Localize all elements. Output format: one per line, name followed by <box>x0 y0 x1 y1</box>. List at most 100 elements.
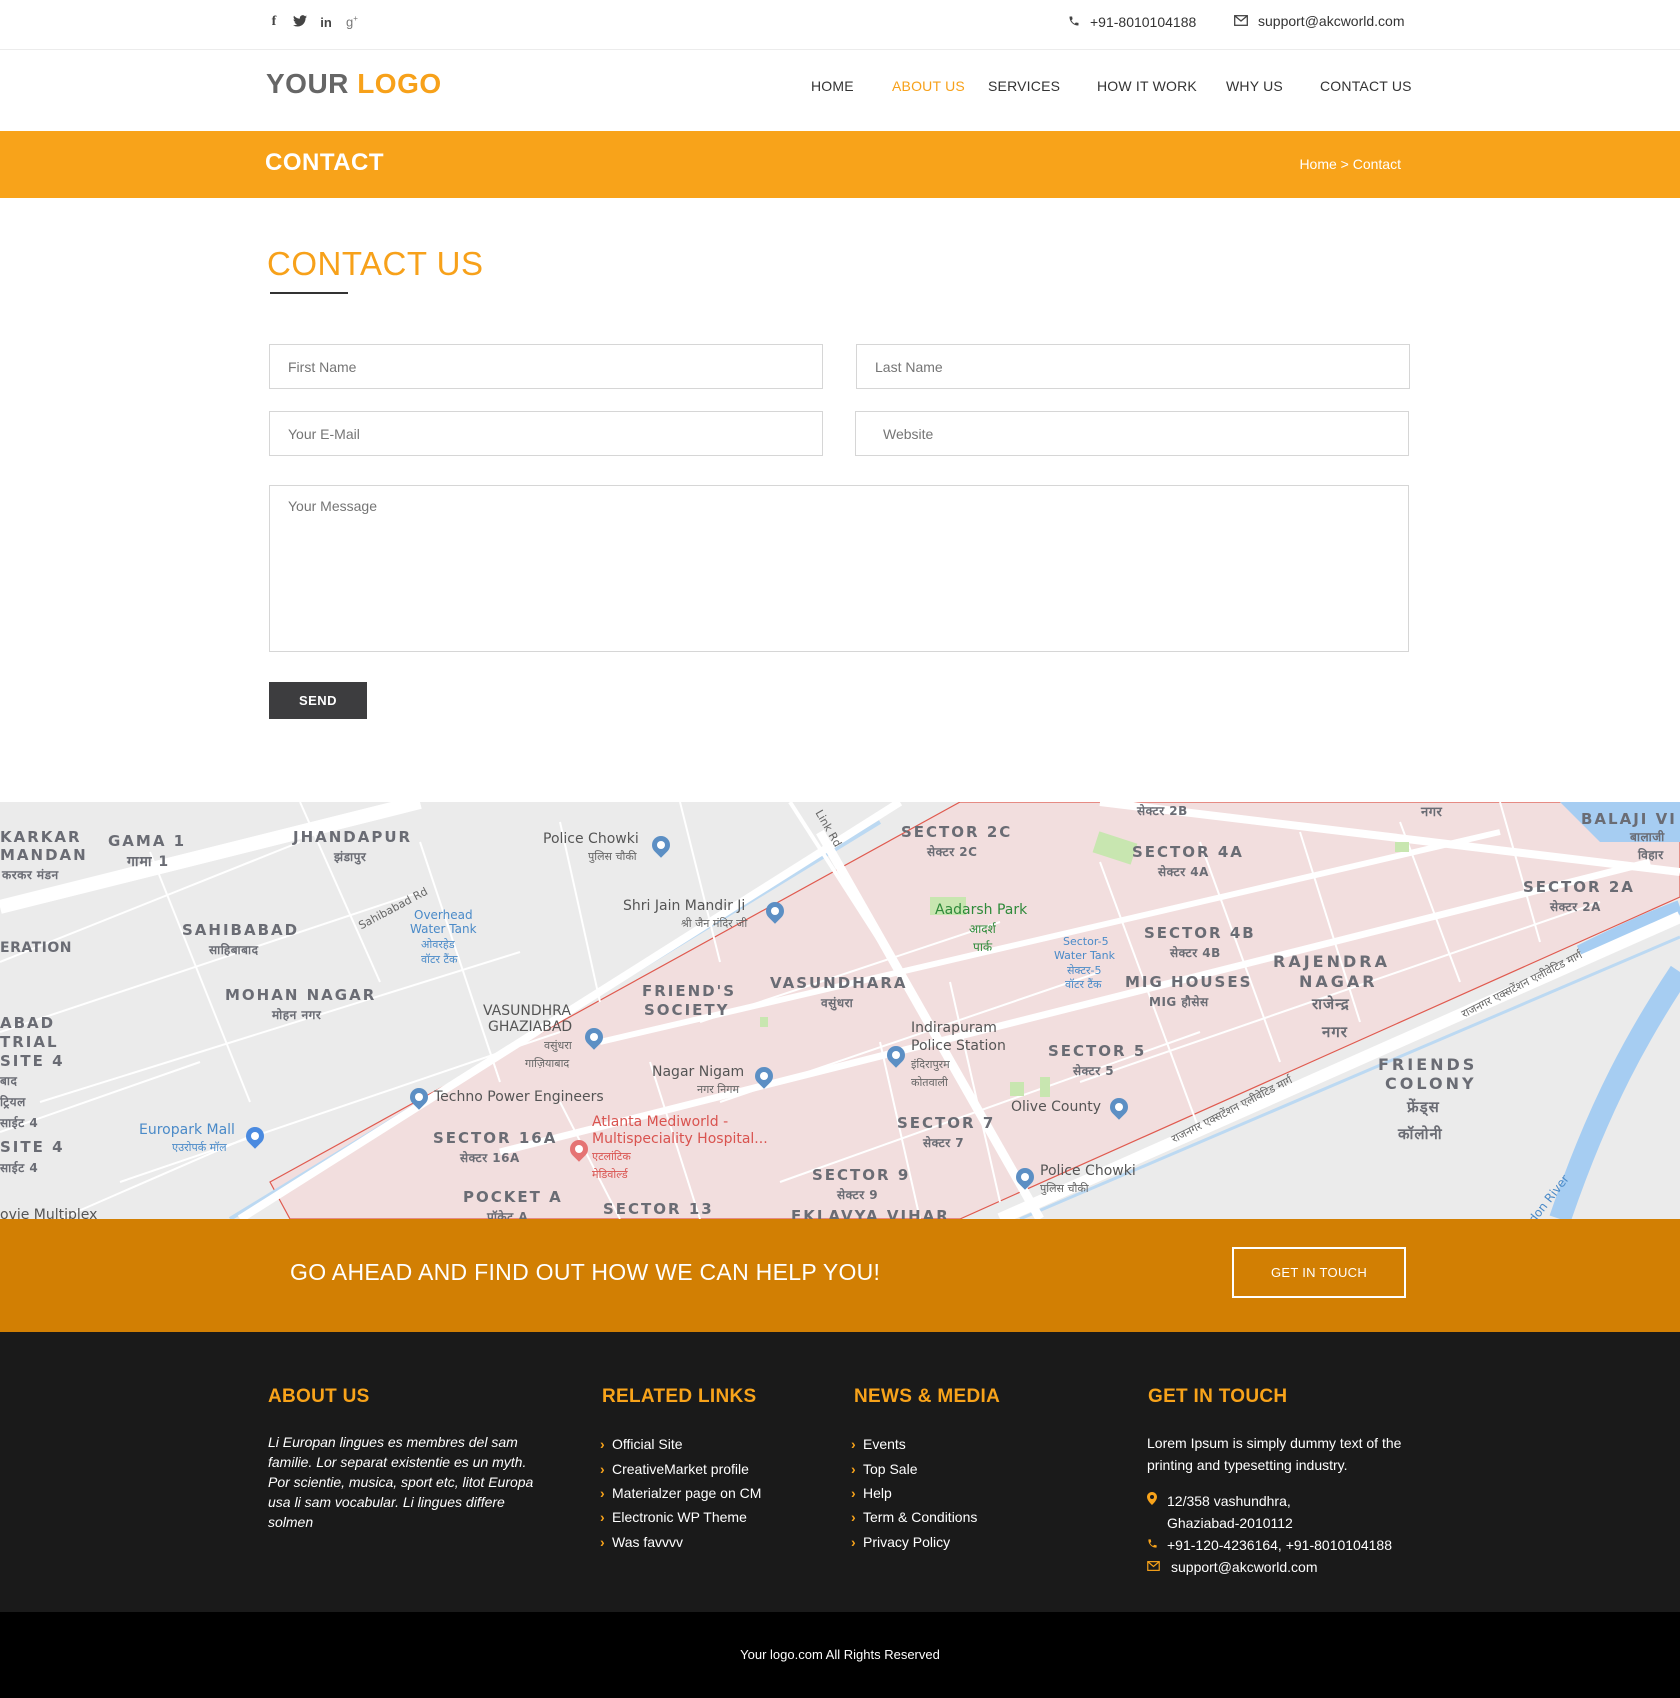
footer-email-text[interactable]: support@akcworld.com <box>1171 1556 1318 1578</box>
message-textarea[interactable] <box>269 485 1409 652</box>
map-label: SECTOR 2C <box>901 823 1013 841</box>
address-line-2: Ghaziabad-2010112 <box>1167 1515 1293 1531</box>
map-label: SITE 4 <box>0 1052 65 1070</box>
page-title: CONTACT <box>265 149 385 176</box>
map-poi: Indirapuram <box>911 1020 997 1036</box>
footer-link[interactable]: › Was favvvv <box>600 1530 761 1554</box>
chevron-right-icon: › <box>851 1533 856 1550</box>
footer-link[interactable]: › Top Sale <box>851 1456 977 1480</box>
park-area <box>1395 842 1409 852</box>
map-poi: पुलिस चौकी <box>1040 1182 1089 1195</box>
breadcrumb[interactable]: Home > Contact <box>1299 156 1401 172</box>
address-line-1: 12/358 vashundhra, <box>1167 1493 1291 1509</box>
map-label: फ्रेंड्स <box>1407 1098 1440 1116</box>
heading-underline <box>270 292 348 294</box>
map-poi: आदर्श <box>969 922 996 936</box>
map-label: करकर मंडन <box>2 868 59 882</box>
map-label: सेक्टर 5 <box>1073 1064 1115 1078</box>
nav-why-us[interactable]: WHY US <box>1226 78 1283 94</box>
contact-heading: CONTACT US <box>267 245 484 282</box>
map-poi: Europark Mall <box>139 1122 235 1138</box>
map-poi: पुलिस चौकी <box>588 850 637 863</box>
footer-link[interactable]: › Events <box>851 1432 977 1456</box>
nav-contact-us[interactable]: CONTACT US <box>1320 78 1412 94</box>
copyright-bar: Your logo.com All Rights Reserved <box>0 1612 1680 1698</box>
map-label: GAMA 1 <box>108 832 187 850</box>
website-input[interactable] <box>855 411 1409 456</box>
map-label: वसुंधरा <box>821 996 854 1010</box>
social-links: f in g+ <box>266 14 360 30</box>
last-name-input[interactable] <box>856 344 1410 389</box>
map-label: TRIAL <box>0 1033 59 1051</box>
chevron-right-icon: › <box>600 1509 605 1526</box>
top-email-text[interactable]: support@akcworld.com <box>1258 13 1405 29</box>
phone-icon <box>1147 1534 1167 1556</box>
related-links-list: › Official Site › CreativeMarket profile ›… <box>600 1432 761 1554</box>
park-area <box>1010 1082 1024 1096</box>
nav-home[interactable]: HOME <box>811 78 854 94</box>
map-label: सेक्टर 16A <box>460 1151 520 1165</box>
footer-link[interactable]: › Official Site <box>600 1432 761 1456</box>
map-poi: इंदिरापुरम <box>911 1058 950 1071</box>
footer-link-label: Was favvvv <box>612 1533 684 1550</box>
map-label: झंडापुर <box>334 850 367 864</box>
copyright-text: Your logo.com All Rights Reserved <box>740 1647 940 1662</box>
footer-link-label: Help <box>863 1484 892 1501</box>
facebook-icon[interactable]: f <box>266 14 282 30</box>
first-name-input[interactable] <box>269 344 823 389</box>
phone-icon <box>1068 14 1080 30</box>
nav-services[interactable]: SERVICES <box>988 78 1060 94</box>
map-poi: Aadarsh Park <box>935 902 1028 918</box>
map-label: सेक्टर 2B <box>1137 804 1188 818</box>
map-label: साईट 4 <box>0 1116 39 1130</box>
map-poi: Water Tank <box>1054 949 1115 962</box>
location-map[interactable]: KARKAR MANDAN करकर मंडन GAMA 1 गामा 1 JH… <box>0 802 1680 1219</box>
map-label: नगर <box>1322 1023 1348 1041</box>
map-poi: नगर निगम <box>697 1083 740 1096</box>
footer-address: 12/358 vashundhra, Ghaziabad-2010112 <box>1147 1490 1293 1534</box>
map-label: नगर <box>1421 805 1443 820</box>
top-phone-text[interactable]: +91-8010104188 <box>1090 14 1196 30</box>
footer-link[interactable]: › Privacy Policy <box>851 1530 977 1554</box>
linkedin-icon[interactable]: in <box>318 15 334 30</box>
footer-link[interactable]: › Electronic WP Theme <box>600 1505 761 1529</box>
get-in-touch-button[interactable]: GET IN TOUCH <box>1232 1247 1406 1298</box>
footer-about-heading: ABOUT US <box>268 1386 370 1407</box>
footer-link[interactable]: › Materialzer page on CM <box>600 1481 761 1505</box>
footer-about-text: Li Europan lingues es membres del sam fa… <box>268 1434 534 1530</box>
map-poi: Water Tank <box>410 922 477 936</box>
map-label: NAGAR <box>1299 972 1378 991</box>
twitter-icon[interactable] <box>292 14 308 30</box>
map-poi: VASUNDHRA <box>483 1003 571 1019</box>
map-label: MIG हौसेस <box>1149 995 1209 1009</box>
map-poi: पार्क <box>973 940 993 954</box>
map-poi: मेडिवोर्ल्ड <box>592 1168 628 1181</box>
site-logo[interactable]: YOUR LOGO <box>266 68 442 100</box>
nav-how-it-work[interactable]: HOW IT WORK <box>1097 78 1197 94</box>
map-label: सेक्टर 2A <box>1550 900 1601 914</box>
map-poi: सेक्टर-5 <box>1067 964 1102 977</box>
map-label: COLONY <box>1385 1074 1477 1093</box>
map-label: SECTOR 16A <box>433 1129 558 1147</box>
map-label: SECTOR 4A <box>1132 843 1244 861</box>
email-input[interactable] <box>269 411 823 456</box>
send-button[interactable]: SEND <box>269 682 367 719</box>
footer-link[interactable]: › Help <box>851 1481 977 1505</box>
map-poi: एउरोपर्क मॉल <box>172 1141 227 1154</box>
footer-link[interactable]: › Term & Conditions <box>851 1505 977 1529</box>
map-poi: एटलांटिक <box>592 1150 631 1163</box>
map-label: राजेन्द्र <box>1312 995 1350 1013</box>
chevron-right-icon: › <box>851 1509 856 1526</box>
footer-link[interactable]: › CreativeMarket profile <box>600 1456 761 1480</box>
map-label: साईट 4 <box>0 1161 39 1175</box>
map-label: SECTOR 4B <box>1144 924 1256 942</box>
footer-link-label: CreativeMarket profile <box>612 1460 749 1477</box>
map-label: ERATION <box>0 940 72 956</box>
main-header: YOUR LOGO HOME ABOUT US SERVICES HOW IT … <box>0 50 1680 131</box>
map-label: FRIENDS <box>1378 1055 1478 1074</box>
google-plus-icon[interactable]: g+ <box>344 14 360 29</box>
footer-phone-text[interactable]: +91-120-4236164, +91-8010104188 <box>1167 1534 1392 1556</box>
footer-email: support@akcworld.com <box>1147 1556 1318 1578</box>
park-area <box>1040 1077 1050 1097</box>
nav-about-us[interactable]: ABOUT US <box>892 78 965 94</box>
